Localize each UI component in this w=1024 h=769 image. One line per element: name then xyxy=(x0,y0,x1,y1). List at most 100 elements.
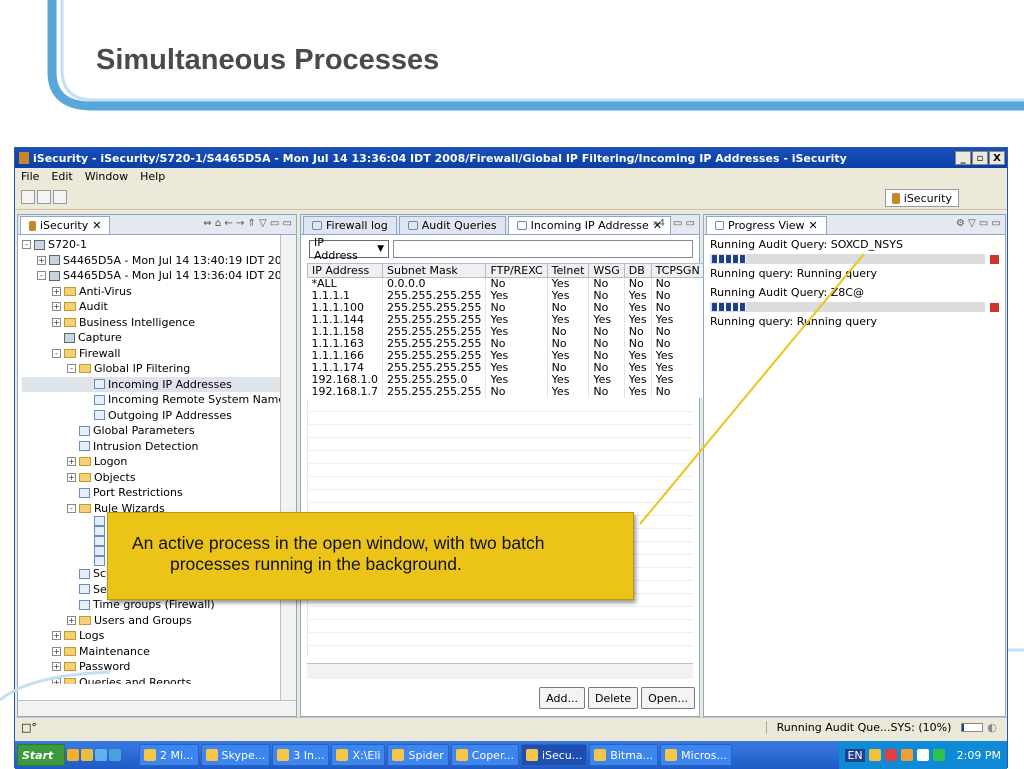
filter-input[interactable] xyxy=(393,240,693,258)
tree-item[interactable]: Intrusion Detection xyxy=(22,439,296,455)
tray-icon[interactable] xyxy=(900,749,913,761)
progress-toggle-icon[interactable]: ◐ xyxy=(987,721,997,734)
tray-icon[interactable] xyxy=(868,749,881,761)
column-header[interactable]: FTP/REXC xyxy=(485,263,548,278)
language-indicator[interactable]: EN xyxy=(845,748,865,762)
tree-item[interactable]: Capture xyxy=(22,330,296,346)
status-progress-text[interactable]: Running Audit Que...SYS: (10%) xyxy=(765,721,962,734)
tray-icon[interactable] xyxy=(884,749,897,761)
tree-item[interactable]: + Queries and Reports xyxy=(22,675,296,684)
taskbar-item[interactable]: X:\Eli xyxy=(331,744,386,766)
expand-toggle-icon[interactable]: + xyxy=(52,317,61,327)
taskbar-item[interactable]: Bitma... xyxy=(589,744,659,766)
close-icon[interactable]: ✕ xyxy=(809,219,818,232)
quicklaunch-icon-1[interactable] xyxy=(67,749,79,761)
toolbar-button-3[interactable] xyxy=(53,189,67,204)
restore-button[interactable]: ▫ xyxy=(972,151,988,165)
tab-incoming-ip-addresse[interactable]: Incoming IP Addresse ✕ xyxy=(507,216,671,234)
toolbar-button-1[interactable] xyxy=(21,189,35,204)
tree-item[interactable]: + Users and Groups xyxy=(22,613,296,629)
tree-item[interactable]: + Objects xyxy=(22,470,296,486)
tree-item[interactable]: - S4465D5A - Mon Jul 14 13:36:04 IDT 2008 xyxy=(22,268,296,284)
tree-item[interactable]: Incoming IP Addresses xyxy=(22,376,296,392)
tree-item[interactable]: + Password xyxy=(22,659,296,675)
minimize-button[interactable]: _ xyxy=(955,151,971,165)
tree-horizontal-scrollbar[interactable] xyxy=(18,700,296,716)
tab-audit-queries[interactable]: Audit Queries xyxy=(398,216,506,234)
perspective-switcher[interactable]: iSecurity xyxy=(884,189,959,207)
tab-firewall-log[interactable]: Firewall log xyxy=(303,216,397,234)
tray-icon[interactable] xyxy=(932,749,945,761)
expand-toggle-icon[interactable]: + xyxy=(52,631,61,641)
menu-file[interactable]: File xyxy=(21,170,39,183)
expand-toggle-icon[interactable]: - xyxy=(37,271,46,281)
tree-item[interactable]: + Logon xyxy=(22,454,296,470)
expand-toggle-icon[interactable]: + xyxy=(67,472,76,482)
quicklaunch-icon-3[interactable] xyxy=(95,749,107,761)
quicklaunch-icon-2[interactable] xyxy=(81,749,93,761)
menu-edit[interactable]: Edit xyxy=(51,170,72,183)
close-icon[interactable]: ✕ xyxy=(92,219,101,232)
taskbar-item[interactable]: Skype... xyxy=(200,744,271,766)
stop-icon[interactable] xyxy=(990,255,999,264)
column-header[interactable]: Subnet Mask xyxy=(381,263,487,278)
column-header[interactable]: DB xyxy=(623,263,652,278)
delete-button[interactable]: Delete xyxy=(587,687,639,709)
tree-item[interactable]: + Anti-Virus xyxy=(22,284,296,300)
editor-overflow-icon[interactable]: »4 xyxy=(653,218,665,229)
tree-item[interactable]: + Audit xyxy=(22,299,296,315)
taskbar-item[interactable]: 3 In... xyxy=(272,744,330,766)
expand-toggle-icon[interactable]: + xyxy=(67,457,76,467)
taskbar-item[interactable]: Coper... xyxy=(450,744,519,766)
column-header[interactable]: Telnet xyxy=(546,263,590,278)
taskbar-item[interactable]: 2 Mi... xyxy=(139,744,199,766)
tree-vertical-scrollbar[interactable] xyxy=(280,235,296,700)
editor-window-controls-icon[interactable]: ▭ ▭ xyxy=(673,218,695,229)
tree-item[interactable]: Outgoing IP Addresses xyxy=(22,408,296,424)
add-button[interactable]: Add... xyxy=(539,687,585,709)
tree-item[interactable]: - Firewall xyxy=(22,346,296,362)
tree-item[interactable]: + S4465D5A - Mon Jul 14 13:40:19 IDT 2008 xyxy=(22,253,296,269)
start-button[interactable]: Start xyxy=(17,744,65,766)
quicklaunch-icon-4[interactable] xyxy=(109,749,121,761)
tab-isecurity[interactable]: iSecurity ✕ xyxy=(20,216,111,234)
column-header[interactable]: TCPSGN xyxy=(650,263,705,278)
toolbar-button-2[interactable] xyxy=(37,189,51,204)
expand-toggle-icon[interactable]: + xyxy=(52,662,61,672)
tab-progress-view[interactable]: Progress View ✕ xyxy=(706,216,827,234)
expand-toggle-icon[interactable]: + xyxy=(37,255,46,265)
open-button[interactable]: Open... xyxy=(641,687,695,709)
tree-item[interactable]: + Maintenance xyxy=(22,644,296,660)
column-header[interactable]: WSG xyxy=(588,263,625,278)
panel-controls-icon[interactable]: ⇔ ⌂ ← → ⇑ ▽ ▭ ▭ xyxy=(203,218,292,229)
tree-item[interactable]: Port Restrictions xyxy=(22,485,296,501)
stop-icon[interactable] xyxy=(990,303,999,312)
expand-toggle-icon[interactable]: + xyxy=(52,302,61,312)
expand-toggle-icon[interactable]: - xyxy=(52,348,61,358)
expand-toggle-icon[interactable]: + xyxy=(67,615,76,625)
tree-item[interactable]: + Business Intelligence xyxy=(22,315,296,331)
tray-icon[interactable] xyxy=(916,749,929,761)
expand-toggle-icon[interactable]: - xyxy=(67,364,76,374)
tree-item[interactable]: Global Parameters xyxy=(22,423,296,439)
taskbar-item[interactable]: iSecu... xyxy=(520,744,588,766)
tree-item[interactable]: - Global IP Filtering xyxy=(22,361,296,377)
expand-toggle-icon[interactable]: + xyxy=(52,677,61,684)
tree-item[interactable]: Incoming Remote System Names xyxy=(22,392,296,408)
menu-window[interactable]: Window xyxy=(85,170,128,183)
tree-item[interactable]: - S720-1 xyxy=(22,237,296,253)
taskbar-item[interactable]: Micros... xyxy=(660,744,732,766)
tree-item[interactable]: + Logs xyxy=(22,628,296,644)
table-row[interactable]: 192.168.1.7255.255.255.255NoYesNoYesNoNo xyxy=(307,386,731,398)
column-header[interactable]: IP Address xyxy=(307,263,383,278)
expand-toggle-icon[interactable]: + xyxy=(52,646,61,656)
expand-toggle-icon[interactable]: - xyxy=(67,503,76,513)
menu-help[interactable]: Help xyxy=(140,170,165,183)
expand-toggle-icon[interactable]: + xyxy=(52,286,61,296)
expand-toggle-icon[interactable]: - xyxy=(22,240,31,250)
progress-view-controls-icon[interactable]: ⚙ ▽ ▭ ▭ xyxy=(956,218,1001,229)
close-button[interactable]: X xyxy=(989,151,1005,165)
table-horizontal-scrollbar[interactable] xyxy=(307,663,693,679)
filter-field-select[interactable]: IP Address ▼ xyxy=(309,236,389,262)
taskbar-item[interactable]: Spider xyxy=(387,744,449,766)
